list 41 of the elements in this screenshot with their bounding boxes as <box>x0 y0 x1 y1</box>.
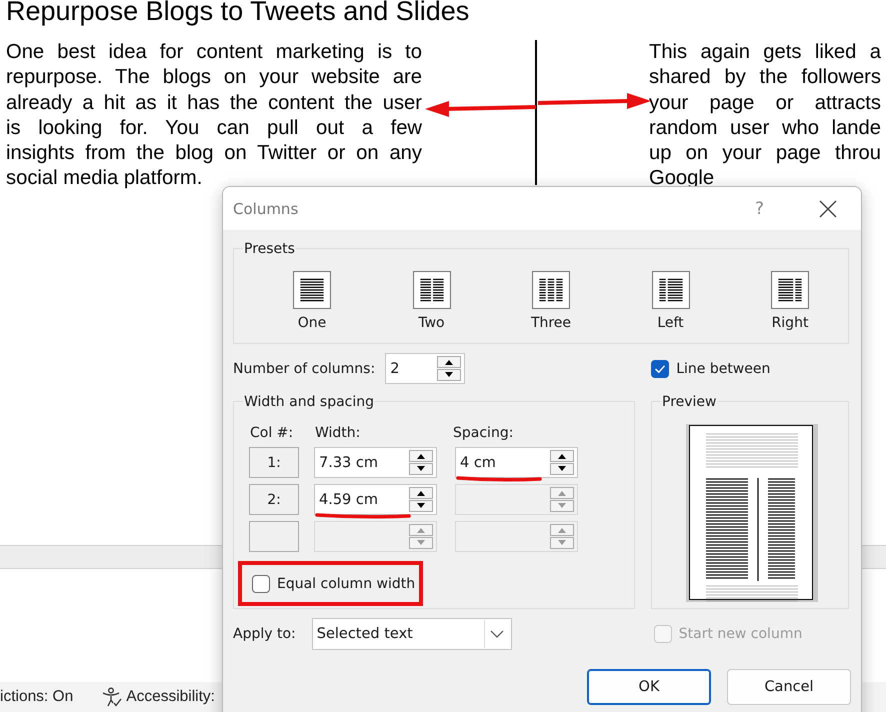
column-layout-icon[interactable] <box>412 271 450 309</box>
paragraph: This again gets liked a shared by the followers your page or attracts random user who lande up on your page throu Google <box>649 40 881 185</box>
number-of-columns-field[interactable]: 2 <box>385 353 466 384</box>
close-icon[interactable] <box>819 200 837 218</box>
preset-label[interactable]: Two <box>418 315 445 331</box>
line-between-checkbox[interactable] <box>651 360 670 378</box>
accessibility-icon <box>101 687 124 707</box>
column-layout-icon[interactable] <box>293 271 331 309</box>
column-header: Width: <box>314 425 362 441</box>
number-of-columns-label: Number of columns: <box>233 360 376 376</box>
preset-label[interactable]: Right <box>772 315 808 331</box>
preset-label[interactable]: Left <box>657 315 684 331</box>
width-field[interactable]: 7.33 cm <box>314 447 437 478</box>
apply-to-dropdown[interactable]: Selected text <box>312 618 512 650</box>
column-header: Spacing: <box>452 425 514 441</box>
column-number-button[interactable]: 1: <box>249 447 299 478</box>
column-layout-icon[interactable] <box>532 271 570 309</box>
column-number-button[interactable]: 2: <box>249 484 299 515</box>
group-label: Width and spacing <box>243 394 376 410</box>
preset-label[interactable]: One <box>298 315 326 331</box>
help-button[interactable]: ? <box>754 198 764 218</box>
status-text[interactable]: ictions: On <box>0 688 74 706</box>
column-layout-icon[interactable] <box>771 271 809 309</box>
checkbox-label: Line between <box>676 360 770 376</box>
cancel-button[interactable]: Cancel <box>727 669 851 705</box>
spin-arrows-icon[interactable] <box>409 450 433 475</box>
equal-column-width-checkbox[interactable] <box>252 574 270 592</box>
checkbox-label: Start new column <box>678 626 802 642</box>
document-heading: Repurpose Blogs to Tweets and Slides <box>5 0 470 26</box>
column-header: Col #: <box>249 425 294 441</box>
chevron-down-icon <box>490 630 504 638</box>
accessibility-status[interactable]: Accessibility: <box>101 687 215 707</box>
checkbox-label: Equal column width <box>277 576 416 592</box>
dialog-title: Columns <box>233 200 300 218</box>
spin-arrows-icon[interactable] <box>409 487 433 512</box>
column-layout-icon[interactable] <box>652 271 690 309</box>
apply-to-label: Apply to: <box>233 626 296 642</box>
preset-label[interactable]: Three <box>530 315 572 331</box>
spin-arrows-icon[interactable] <box>550 450 574 475</box>
spin-arrows-icon[interactable] <box>437 356 462 381</box>
ok-button[interactable]: OK <box>587 669 711 705</box>
